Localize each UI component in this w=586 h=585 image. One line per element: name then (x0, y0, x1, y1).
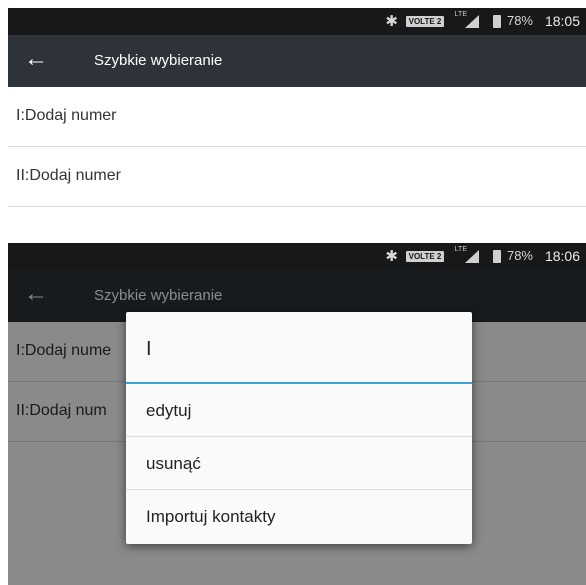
bluetooth-icon: ✱ (385, 13, 398, 30)
dialog-header: I (126, 312, 472, 384)
menu-item-label: edytuj (146, 401, 192, 420)
menu-item-label: usunąć (146, 454, 201, 473)
signal-icon (465, 15, 479, 28)
menu-item-delete[interactable]: usunąć (126, 437, 472, 490)
status-bar: ✱ VOLTE 2 LTE 78% 18:05 (8, 8, 586, 35)
menu-item-edit[interactable]: edytuj (126, 384, 472, 437)
screen-speed-dial-dialog: ✱ VOLTE 2 LTE 78% 18:06 ← Szybkie wybier… (8, 243, 586, 585)
menu-item-label: Importuj kontakty (146, 507, 276, 526)
page-title: Szybkie wybieranie (94, 52, 223, 69)
battery-percent: 78% (506, 13, 533, 28)
dialog-title: I (146, 338, 152, 360)
battery-icon (493, 15, 501, 28)
app-bar: ← Szybkie wybieranie (8, 35, 586, 87)
status-time: 18:06 (544, 248, 580, 264)
context-menu-dialog: I edytuj usunąć Importuj kontakty (126, 312, 472, 544)
status-time: 18:05 (544, 13, 580, 29)
volte-badge: VOLTE 2 (406, 251, 444, 262)
battery-percent: 78% (506, 248, 533, 263)
battery-icon (493, 250, 501, 263)
screen-speed-dial: ✱ VOLTE 2 LTE 78% 18:05 ← Szybkie wybier… (8, 8, 586, 210)
arrow-left-icon[interactable]: ← (24, 46, 48, 72)
status-bar: ✱ VOLTE 2 LTE 78% 18:06 (8, 243, 586, 270)
bluetooth-icon: ✱ (385, 248, 398, 265)
speed-dial-slot-1[interactable]: I:Dodaj numer (8, 87, 586, 147)
slot-label: II:Dodaj numer (16, 167, 121, 184)
volte-badge: VOLTE 2 (406, 16, 444, 27)
menu-item-import-contacts[interactable]: Importuj kontakty (126, 490, 472, 543)
slot-label: I:Dodaj numer (16, 107, 117, 124)
speed-dial-slot-2[interactable]: II:Dodaj numer (8, 147, 586, 207)
signal-icon (465, 250, 479, 263)
